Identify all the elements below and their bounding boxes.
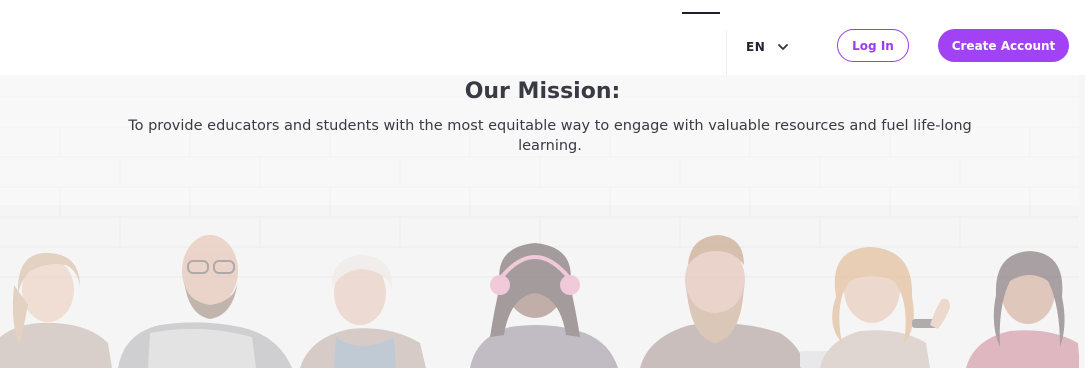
create-account-button[interactable]: Create Account bbox=[938, 29, 1069, 62]
language-selector[interactable]: EN bbox=[746, 36, 789, 58]
mission-hero: Our Mission: To provide educators and st… bbox=[0, 75, 1085, 368]
login-button[interactable]: Log In bbox=[837, 29, 909, 62]
chevron-down-icon bbox=[777, 41, 789, 53]
mission-description: To provide educators and students with t… bbox=[128, 118, 972, 154]
nav-active-indicator bbox=[682, 12, 720, 14]
language-label: EN bbox=[746, 40, 766, 54]
mission-title: Our Mission: bbox=[464, 79, 621, 104]
header-divider bbox=[726, 30, 727, 75]
page: EN Log In Create Account Our Mission: To… bbox=[0, 0, 1085, 368]
top-header: EN Log In Create Account bbox=[0, 0, 1085, 75]
scrollbar[interactable] bbox=[1079, 75, 1085, 368]
